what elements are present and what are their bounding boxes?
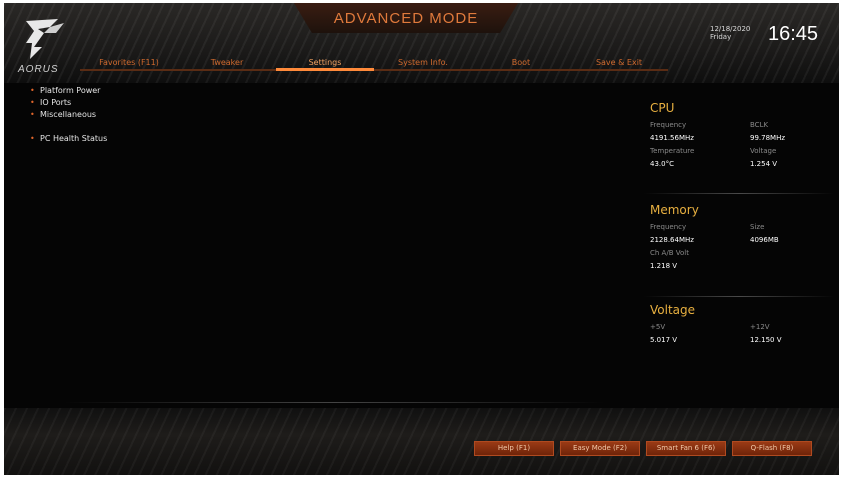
tab-settings[interactable]: Settings	[276, 53, 374, 71]
cpu-frequency-value: 4191.56MHz	[650, 134, 694, 142]
mode-title: ADVANCED MODE	[333, 10, 479, 27]
menu-spacer	[30, 121, 107, 133]
bullet-icon: •	[30, 134, 35, 143]
system-info-panel: CPU Frequency 4191.56MHz BCLK 99.78MHz T…	[650, 101, 834, 344]
footer-button-group: Help (F1) Easy Mode (F2) Smart Fan 6 (F6…	[474, 441, 812, 456]
bullet-icon: •	[30, 86, 35, 95]
cpu-section-title: CPU	[650, 101, 675, 115]
memory-section-title: Memory	[650, 203, 699, 217]
memory-row-1: Frequency 2128.64MHz Size 4096MB	[650, 223, 834, 244]
help-button[interactable]: Help (F1)	[474, 441, 554, 456]
easy-mode-button[interactable]: Easy Mode (F2)	[560, 441, 640, 456]
menu-item-miscellaneous[interactable]: • Miscellaneous	[30, 109, 107, 121]
cpu-row-2: Temperature 43.0°C Voltage 1.254 V	[650, 147, 834, 168]
cpu-temperature: Temperature 43.0°C	[650, 147, 750, 168]
smart-fan-button[interactable]: Smart Fan 6 (F6)	[646, 441, 726, 456]
date-display: 12/18/2020 Friday	[710, 25, 750, 41]
panel-divider	[644, 296, 834, 297]
bullet-icon: •	[30, 98, 35, 107]
memory-size-value: 4096MB	[750, 236, 779, 244]
voltage-12v-label: +12V	[750, 323, 770, 331]
menu-item-pc-health-status[interactable]: • PC Health Status	[30, 133, 107, 145]
voltage-row-1: +5V 5.017 V +12V 12.150 V	[650, 323, 834, 344]
cpu-bclk-value: 99.78MHz	[750, 134, 786, 142]
menu-item-label: PC Health Status	[40, 134, 108, 143]
content-divider	[64, 402, 604, 403]
menu-item-label: Platform Power	[40, 86, 101, 95]
tab-boot[interactable]: Boot	[472, 53, 570, 71]
memory-volt: Ch A/B Volt 1.218 V	[650, 249, 734, 270]
menu-item-platform-power[interactable]: • Platform Power	[30, 85, 107, 97]
menu-item-label: IO Ports	[40, 98, 72, 107]
voltage-12v: +12V 12.150 V	[750, 323, 834, 344]
voltage-5v: +5V 5.017 V	[650, 323, 750, 344]
bullet-icon: •	[30, 110, 35, 119]
cpu-frequency: Frequency 4191.56MHz	[650, 121, 750, 142]
menu-item-label: Miscellaneous	[40, 110, 97, 119]
memory-volt-label: Ch A/B Volt	[650, 249, 689, 257]
cpu-voltage: Voltage 1.254 V	[750, 147, 834, 168]
day-text: Friday	[710, 33, 732, 41]
settings-menu: • Platform Power • IO Ports • Miscellane…	[30, 85, 107, 145]
tab-favorites[interactable]: Favorites (F11)	[80, 53, 178, 71]
aorus-eagle-logo-icon	[26, 19, 64, 59]
memory-size: Size 4096MB	[750, 223, 834, 244]
tab-save-exit[interactable]: Save & Exit	[570, 53, 668, 71]
panel-divider	[644, 193, 834, 194]
cpu-temperature-label: Temperature	[650, 147, 695, 155]
cpu-frequency-label: Frequency	[650, 121, 687, 129]
memory-row-2: Ch A/B Volt 1.218 V	[650, 249, 834, 270]
date-text: 12/18/2020	[710, 25, 751, 33]
memory-volt-value: 1.218 V	[650, 262, 678, 270]
cpu-voltage-label: Voltage	[750, 147, 777, 155]
voltage-5v-label: +5V	[650, 323, 666, 331]
brand-logo-text: AORUS	[18, 64, 59, 75]
voltage-section-title: Voltage	[650, 303, 696, 317]
cpu-temperature-value: 43.0°C	[650, 160, 674, 168]
tab-system-info[interactable]: System Info.	[374, 53, 472, 71]
memory-size-label: Size	[750, 223, 765, 231]
cpu-voltage-value: 1.254 V	[750, 160, 778, 168]
voltage-5v-value: 5.017 V	[650, 336, 678, 344]
memory-frequency-value: 2128.64MHz	[650, 236, 694, 244]
tab-bar: Favorites (F11) Tweaker Settings System …	[80, 53, 668, 73]
clock-time: 16:45	[768, 23, 819, 45]
tab-tweaker[interactable]: Tweaker	[178, 53, 276, 71]
memory-frequency-label: Frequency	[650, 223, 687, 231]
cpu-bclk-label: BCLK	[750, 121, 769, 129]
voltage-12v-value: 12.150 V	[750, 336, 782, 344]
menu-item-io-ports[interactable]: • IO Ports	[30, 97, 107, 109]
cpu-bclk: BCLK 99.78MHz	[750, 121, 834, 142]
memory-frequency: Frequency 2128.64MHz	[650, 223, 750, 244]
bios-screen: ADVANCED MODE AORUS Favorites (F11) Twea…	[4, 3, 839, 475]
q-flash-button[interactable]: Q-Flash (F8)	[732, 441, 812, 456]
cpu-row-1: Frequency 4191.56MHz BCLK 99.78MHz	[650, 121, 834, 142]
